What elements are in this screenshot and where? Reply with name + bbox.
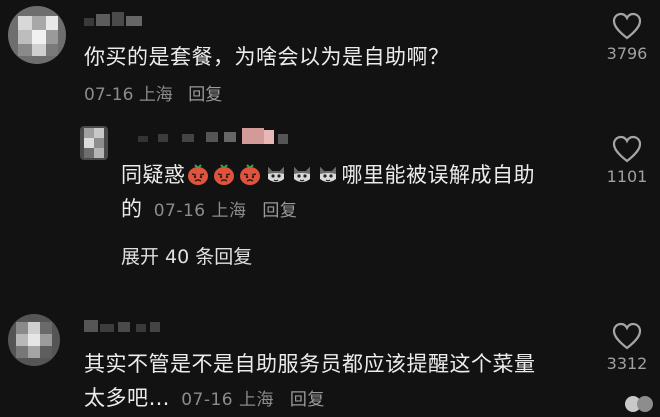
like-button[interactable]: 3796 (597, 12, 657, 63)
avatar[interactable] (8, 314, 60, 366)
comment-location: 上海 (138, 85, 173, 105)
reply-text-part: 同疑惑 (121, 163, 186, 187)
avatar[interactable] (8, 6, 66, 64)
cat-emoji (293, 167, 310, 182)
emoji-row (186, 163, 342, 187)
heart-outline-icon (612, 135, 642, 163)
heart-outline-icon (612, 322, 642, 350)
comment-date: 07-16 (153, 201, 206, 221)
watermark-logo (625, 396, 653, 412)
cat-emoji (267, 167, 284, 182)
comment-text-part: 太多吧… (84, 386, 170, 410)
avatar[interactable] (80, 126, 108, 160)
reply-button[interactable]: 回复 (262, 201, 297, 221)
like-button[interactable]: 3312 (597, 322, 657, 373)
comment-meta: 07-16 上海 回复 (181, 390, 325, 410)
reply-text-part: 哪里能被误解成自助 (341, 163, 535, 187)
like-button[interactable]: 1101 (597, 135, 657, 186)
comment-date: 07-16 (84, 85, 134, 105)
angry-tomato-emoji (187, 164, 208, 185)
angry-tomato-emoji (239, 164, 260, 185)
reply-text-line2: 的 07-16 上海 回复 (121, 194, 297, 226)
comment-text: 你买的是套餐，为啥会以为是自助啊？ (84, 45, 450, 69)
cat-emoji (319, 167, 336, 182)
heart-outline-icon (612, 12, 642, 40)
comment-location: 上海 (239, 390, 274, 410)
reply-button[interactable]: 回复 (188, 85, 222, 105)
comment-text-line2: 太多吧… 07-16 上海 回复 (84, 383, 325, 415)
like-count: 1101 (606, 167, 648, 186)
like-count: 3796 (606, 44, 648, 63)
comment-text: 其实不管是不是自助服务员都应该提醒这个菜量 (84, 352, 536, 376)
comment-meta: 07-16 上海 回复 (154, 201, 298, 221)
username-blurred[interactable] (84, 316, 174, 336)
reply-text-part: 的 (121, 197, 143, 221)
username-blurred[interactable] (138, 128, 298, 150)
comment-date: 07-16 (181, 390, 234, 410)
reply-button[interactable]: 回复 (290, 390, 325, 410)
comment-meta: 07-16 上海 回复 (84, 80, 222, 105)
reply-text: 同疑惑 哪里能被误解成自助 (121, 160, 535, 190)
like-count: 3312 (606, 354, 648, 373)
username-blurred[interactable] (84, 10, 154, 30)
comment-location: 上海 (211, 201, 247, 221)
expand-replies-button[interactable]: 展开 40 条回复 (121, 242, 252, 269)
angry-tomato-emoji (213, 164, 234, 185)
